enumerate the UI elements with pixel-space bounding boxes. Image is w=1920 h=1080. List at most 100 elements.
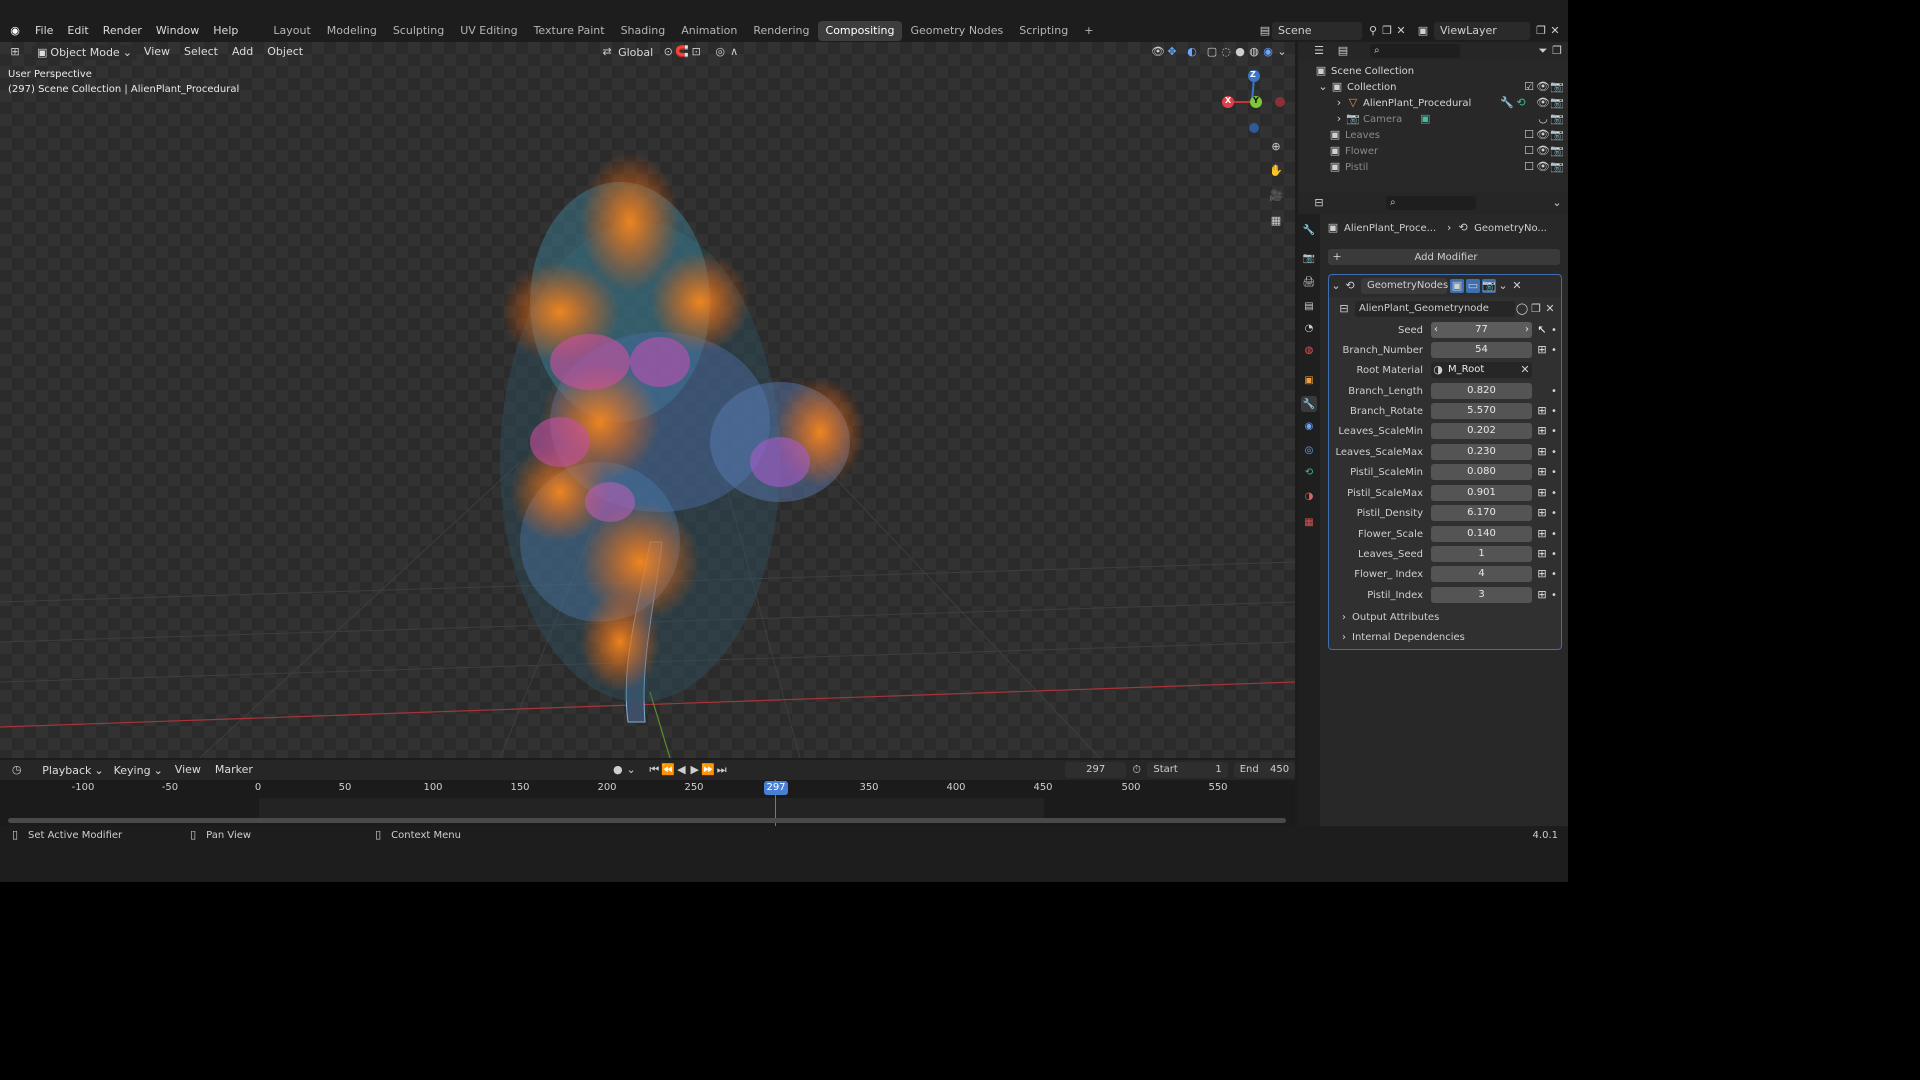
outliner-editor-icon[interactable]: ☰ [1312, 44, 1326, 58]
material-shading-icon[interactable]: ◍ [1247, 45, 1261, 59]
menu-object[interactable]: Object [260, 41, 310, 63]
param-field[interactable]: 3 [1431, 587, 1532, 603]
navigation-gizmo[interactable]: Z X Y [1218, 70, 1286, 138]
seed-field[interactable]: ‹ 77 › [1431, 322, 1532, 338]
tab-rendering[interactable]: Rendering [745, 21, 817, 41]
keyframe-dot-icon[interactable]: • [1549, 590, 1559, 601]
keying-menu[interactable]: Keying ⌄ [109, 763, 168, 778]
next-keyframe-icon[interactable]: ⏩ [701, 763, 715, 777]
attribute-toggle-icon[interactable]: ⊞ [1535, 486, 1549, 500]
rendered-shading-icon[interactable]: ◉ [1261, 45, 1275, 59]
material-tab-icon[interactable]: ◑ [1301, 488, 1317, 504]
duplicate-icon[interactable]: ❐ [1529, 302, 1543, 316]
blender-logo-icon[interactable]: ◉ [8, 24, 22, 38]
geometry-nodes-icon[interactable]: ⟲ [1514, 96, 1528, 110]
node-group-name[interactable]: AlienPlant_Geometrynode [1355, 301, 1515, 317]
keyframe-dot-icon[interactable]: • [1549, 386, 1559, 397]
modifier-wrench-icon[interactable]: 🔧 [1500, 96, 1514, 110]
pan-hand-icon[interactable]: ✋ [1269, 164, 1283, 178]
outliner-item-flower[interactable]: ▣ Flower ☐ 👁 📷 [1298, 143, 1568, 159]
attribute-toggle-icon[interactable]: ⊞ [1535, 465, 1549, 479]
jump-start-icon[interactable]: ⏮ [648, 763, 661, 777]
view-layer-tab-icon[interactable]: ▤ [1301, 298, 1317, 314]
shading-options-icon[interactable]: ⌄ [1275, 45, 1289, 59]
keyframe-dot-icon[interactable]: • [1549, 345, 1559, 356]
eye-icon[interactable]: 👁 [1536, 128, 1550, 142]
add-modifier-button[interactable]: + Add Modifier [1328, 249, 1560, 265]
solid-shading-icon[interactable]: ● [1233, 45, 1247, 59]
viewport-toggle-icon[interactable]: ▭ [1466, 279, 1480, 293]
scene-tab-icon[interactable]: ◔ [1301, 320, 1317, 336]
jump-end-icon[interactable]: ⏭ [715, 763, 728, 777]
view-layer-field[interactable]: ViewLayer [1434, 22, 1530, 40]
playhead-handle[interactable]: 297 [764, 781, 788, 795]
modifier-tab-icon[interactable]: 🔧 [1301, 396, 1317, 412]
snap-icon[interactable]: 🧲 [675, 45, 689, 59]
tab-shading[interactable]: Shading [613, 21, 674, 41]
param-field[interactable]: 4 [1431, 566, 1532, 582]
timeline-editor-icon[interactable]: ◷ [10, 763, 23, 777]
display-mode-icon[interactable]: ▤ [1336, 44, 1350, 58]
keyframe-dot-icon[interactable]: • [1549, 325, 1559, 336]
tab-geometry-nodes[interactable]: Geometry Nodes [902, 21, 1011, 41]
wireframe-shading-icon[interactable]: ◌ [1219, 45, 1233, 59]
attribute-toggle-icon[interactable]: ⊞ [1535, 527, 1549, 541]
new-scene-icon[interactable]: ❐ [1380, 24, 1394, 38]
attribute-toggle-icon[interactable]: ⊞ [1535, 343, 1549, 357]
attribute-toggle-icon[interactable]: ⊞ [1535, 547, 1549, 561]
outliner-item-leaves[interactable]: ▣ Leaves ☐ 👁 📷 [1298, 127, 1568, 143]
attribute-toggle-icon[interactable]: ⊞ [1535, 404, 1549, 418]
render-camera-icon[interactable]: 📷 [1550, 128, 1564, 142]
menu-file[interactable]: File [28, 20, 60, 42]
param-field[interactable]: 54 [1431, 342, 1532, 358]
expand-arrow-icon[interactable]: ⌄ [1316, 80, 1330, 94]
modifier-name-field[interactable]: GeometryNodes [1361, 278, 1448, 294]
param-field[interactable]: 1 [1431, 546, 1532, 562]
pin-icon[interactable]: ⚲ [1366, 24, 1380, 38]
scene-icon[interactable]: ▤ [1258, 24, 1272, 38]
menu-help[interactable]: Help [206, 20, 245, 42]
menu-window[interactable]: Window [149, 20, 206, 42]
editor-type-icon[interactable]: ⊞ [8, 45, 22, 59]
zoom-icon[interactable]: ⊕ [1269, 140, 1283, 154]
outliner-item-camera[interactable]: › 📷 Camera ▣ ◡ 📷 [1298, 111, 1568, 127]
play-icon[interactable]: ▶ [688, 763, 701, 777]
keyframe-dot-icon[interactable]: • [1549, 488, 1559, 499]
tab-compositing[interactable]: Compositing [817, 21, 903, 41]
render-camera-icon[interactable]: 📷 [1550, 112, 1564, 126]
eye-icon[interactable]: 👁 [1536, 80, 1550, 94]
chevron-down-icon[interactable]: ⌄ [624, 763, 637, 777]
view-layer-icon[interactable]: ▣ [1416, 24, 1430, 38]
keyframe-dot-icon[interactable]: • [1549, 529, 1559, 540]
perspective-grid-icon[interactable]: ▦ [1269, 214, 1283, 228]
expand-arrow-icon[interactable]: › [1332, 112, 1346, 126]
section-internal-dependencies[interactable]: › Internal Dependencies [1342, 632, 1465, 643]
end-frame-field[interactable]: End 450 [1233, 762, 1296, 778]
timeline-view-menu[interactable]: View [168, 759, 208, 781]
pivot-icon[interactable]: ⊙ [661, 45, 675, 59]
expand-arrow-icon[interactable]: › [1332, 96, 1346, 110]
camera-view-icon[interactable]: 🎥 [1269, 189, 1283, 203]
tab-uv-editing[interactable]: UV Editing [452, 21, 525, 41]
param-field[interactable]: 0.202 [1431, 423, 1532, 439]
start-frame-field[interactable]: Start 1 [1147, 762, 1228, 778]
render-tab-icon[interactable]: 📷 [1301, 250, 1317, 266]
hidden-eye-icon[interactable]: ◡ [1536, 112, 1550, 126]
keyframe-dot-icon[interactable]: • [1549, 447, 1559, 458]
keyframe-dot-icon[interactable]: • [1549, 569, 1559, 580]
transform-orientation-icon[interactable]: ⇄ [600, 45, 614, 59]
tab-texture-paint[interactable]: Texture Paint [526, 21, 613, 41]
attribute-toggle-icon[interactable]: ⊞ [1535, 567, 1549, 581]
attribute-toggle-icon[interactable]: ⊞ [1535, 424, 1549, 438]
scene-name-field[interactable]: Scene [1272, 22, 1362, 40]
falloff-icon[interactable]: ∧ [727, 45, 741, 59]
param-field[interactable]: 0.820 [1431, 383, 1532, 399]
object-mode-dropdown[interactable]: ▣ Object Mode ⌄ [32, 44, 137, 60]
timeline-scrollbar[interactable] [8, 818, 1286, 823]
chevron-down-icon[interactable]: ⌄ [1550, 196, 1564, 210]
current-frame-field[interactable]: 297 [1065, 762, 1127, 778]
constraints-tab-icon[interactable]: ⟲ [1301, 464, 1317, 480]
record-icon[interactable]: ● [611, 763, 624, 777]
keyframe-dot-icon[interactable]: • [1549, 467, 1559, 478]
outliner-item-collection[interactable]: ⌄ ▣ Collection ☑ 👁 📷 [1298, 79, 1568, 95]
